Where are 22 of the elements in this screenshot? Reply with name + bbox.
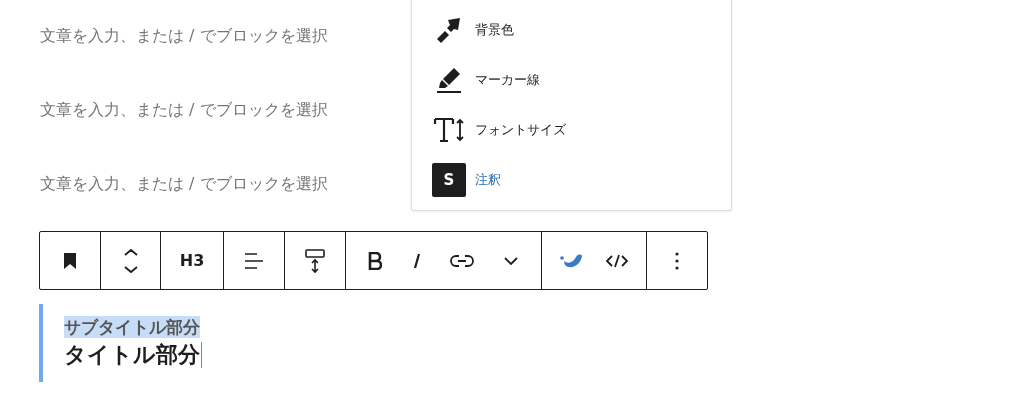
- annotation-badge: S: [432, 163, 466, 197]
- bookmark-icon: [62, 251, 78, 270]
- link-icon: [450, 253, 474, 268]
- paragraph-placeholder[interactable]: 文章を入力、または / でブロックを選択: [40, 98, 328, 122]
- menu-item[interactable]: 背景色: [475, 21, 514, 39]
- bold-icon: [367, 251, 382, 270]
- heading-level-button[interactable]: H3: [167, 237, 217, 284]
- paragraph-placeholder[interactable]: 文章を入力、または / でブロックを選択: [40, 172, 328, 196]
- menu-item[interactable]: マーカー線: [475, 71, 540, 89]
- text-cursor: [201, 342, 202, 368]
- text-size-icon: [432, 116, 466, 144]
- paragraph-placeholder[interactable]: 文章を入力、または / でブロックを選択: [40, 24, 328, 48]
- menu-item[interactable]: 注釈: [475, 171, 501, 189]
- block-height-icon: [304, 247, 326, 274]
- marker-pen-icon: [434, 66, 464, 94]
- title-text[interactable]: タイトル部分: [64, 338, 200, 372]
- chevron-down-icon: [503, 255, 519, 266]
- code-icon: [605, 252, 629, 269]
- subtitle-text[interactable]: サブタイトル部分: [64, 316, 200, 338]
- menu-item[interactable]: フォントサイズ: [475, 121, 566, 139]
- italic-icon: [412, 251, 422, 270]
- more-options-icon: [675, 251, 679, 270]
